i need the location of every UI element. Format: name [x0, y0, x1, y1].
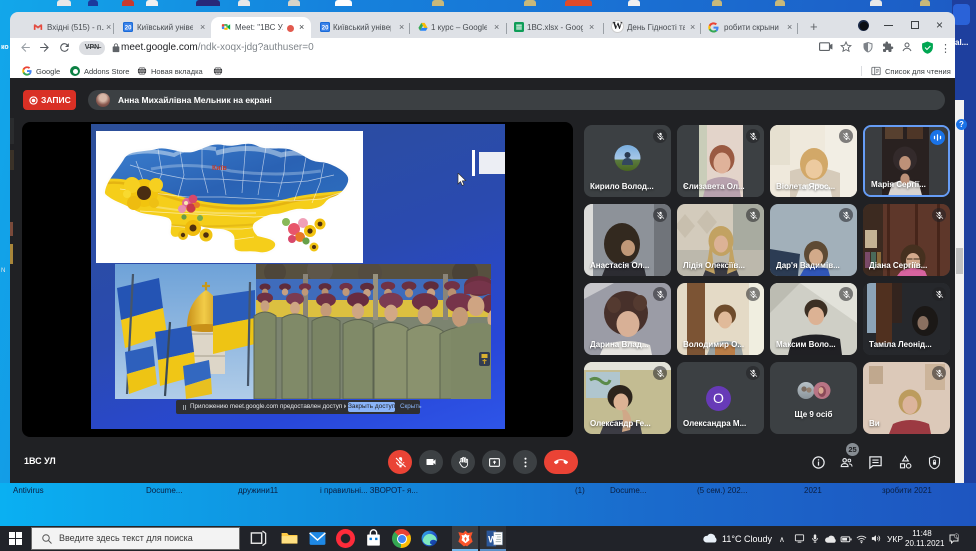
svg-text:Київ: Київ [212, 165, 228, 172]
svg-text:20: 20 [322, 25, 329, 31]
svg-text:20: 20 [125, 25, 132, 31]
svg-text:W: W [488, 534, 497, 545]
svg-text:1: 1 [956, 535, 958, 539]
